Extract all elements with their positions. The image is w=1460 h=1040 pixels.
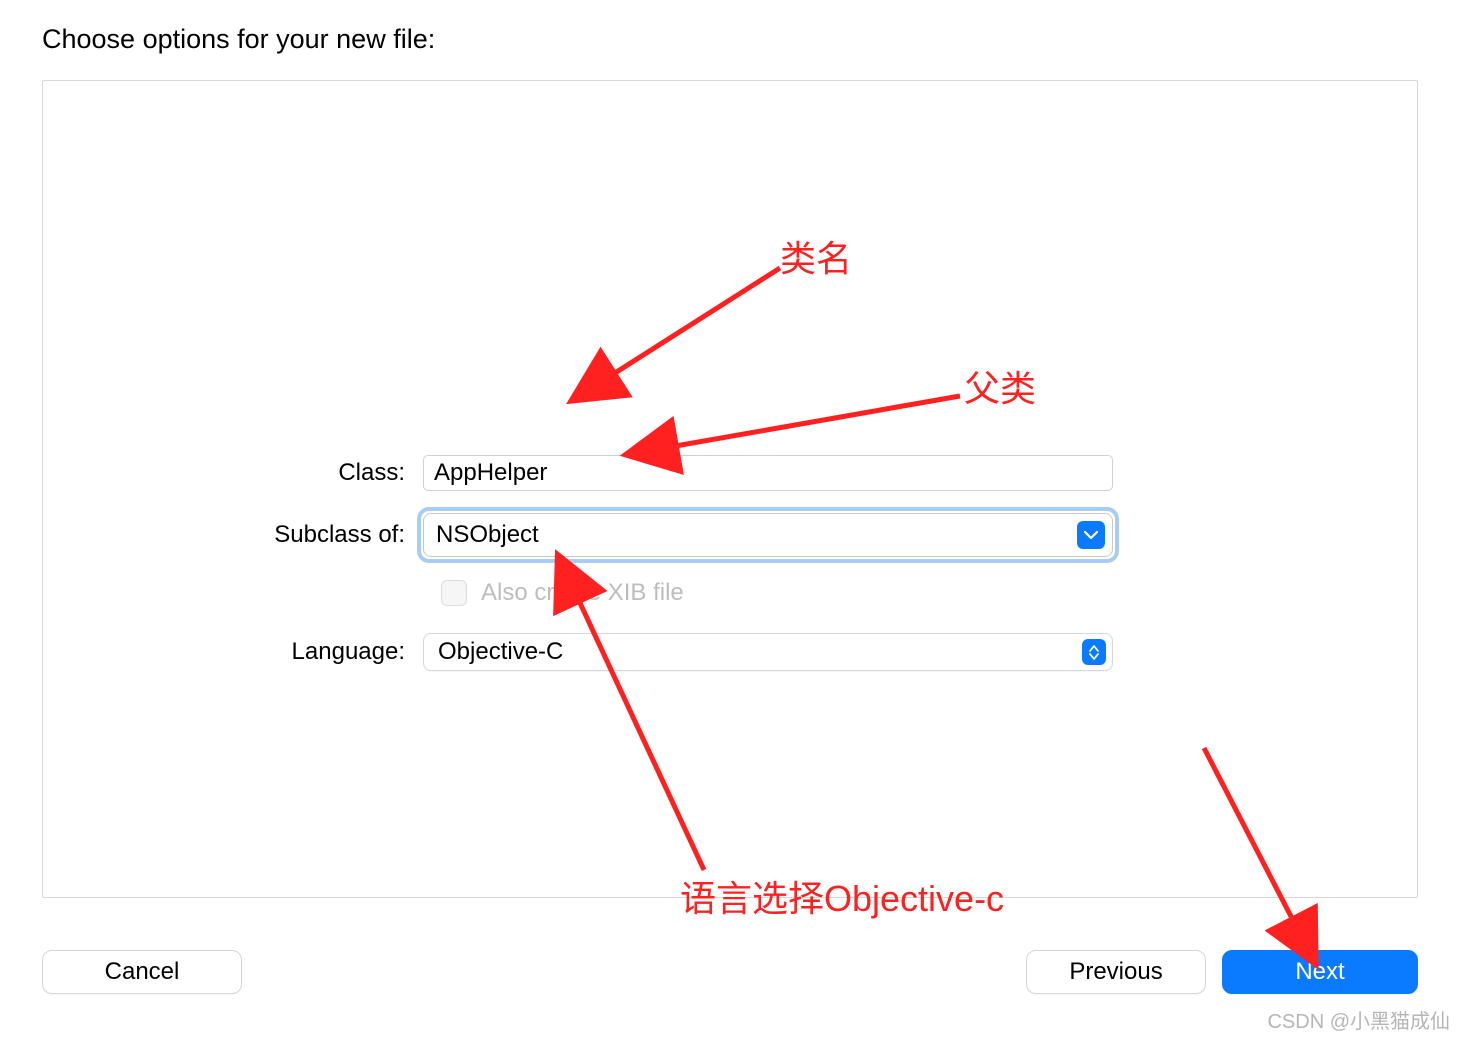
up-down-stepper-icon[interactable] — [1082, 639, 1106, 665]
watermark: CSDN @小黑猫成仙 — [1267, 1005, 1450, 1034]
class-input[interactable] — [423, 455, 1113, 491]
annotation-parent-class: 父类 — [964, 360, 1036, 412]
subclass-label: Subclass of: — [43, 521, 423, 549]
xib-label: Also create XIB file — [481, 579, 684, 607]
page-title: Choose options for your new file: — [42, 24, 435, 55]
previous-label: Previous — [1069, 958, 1162, 986]
language-row: Language: Objective-C — [43, 633, 1113, 671]
language-value: Objective-C — [438, 638, 563, 666]
previous-button[interactable]: Previous — [1026, 950, 1206, 994]
xib-checkbox — [441, 580, 467, 606]
class-label: Class: — [43, 459, 423, 487]
class-row: Class: — [43, 455, 1113, 491]
cancel-button[interactable]: Cancel — [42, 950, 242, 994]
cancel-label: Cancel — [105, 958, 180, 986]
language-select[interactable]: Objective-C — [423, 633, 1113, 671]
xib-row: Also create XIB file — [441, 579, 684, 607]
subclass-input[interactable] — [423, 513, 1113, 557]
chevron-down-icon[interactable] — [1077, 521, 1105, 549]
next-label: Next — [1295, 958, 1344, 986]
annotation-class-name: 类名 — [780, 230, 852, 282]
subclass-row: Subclass of: — [43, 513, 1113, 557]
annotation-language-hint: 语言选择Objective-c — [680, 870, 1004, 922]
options-panel: Class: Subclass of: Also create XIB file… — [42, 80, 1418, 898]
language-label: Language: — [43, 638, 423, 666]
subclass-combobox[interactable] — [423, 513, 1113, 557]
next-button[interactable]: Next — [1222, 950, 1418, 994]
